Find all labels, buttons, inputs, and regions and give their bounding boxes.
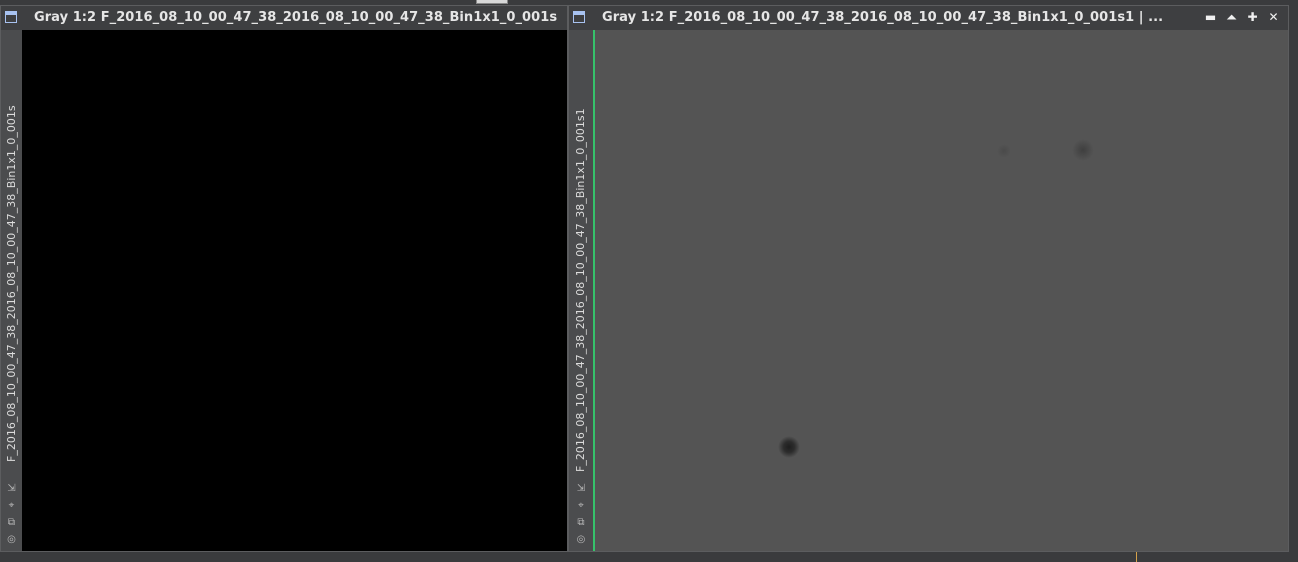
clone-icon[interactable]: ⧉ [4, 516, 20, 530]
side-tab-bar: F_2016_08_10_00_47_38_2016_08_10_00_47_3… [1, 30, 22, 551]
title-bar[interactable]: Gray 1:2 F_2016_08_10_00_47_38_2016_08_1… [569, 6, 1288, 30]
window-icon[interactable] [573, 11, 585, 23]
window-buttons: ▬ ⏶ ✚ ✕ [1202, 9, 1282, 26]
fit-view-icon[interactable]: ⇲ [573, 482, 589, 496]
dust-spot [997, 144, 1011, 158]
image-viewport[interactable] [593, 30, 1288, 551]
window-icon[interactable] [5, 11, 17, 23]
image-window-right[interactable]: Gray 1:2 F_2016_08_10_00_47_38_2016_08_1… [568, 5, 1289, 552]
window-title: Gray 1:2 F_2016_08_10_00_47_38_2016_08_1… [34, 10, 558, 25]
side-tools: ⇲ ⌖ ⧉ ◎ [569, 482, 593, 547]
vertical-id-label: F_2016_08_10_00_47_38_2016_08_10_00_47_3… [574, 108, 587, 472]
minimize-icon[interactable]: ▬ [1202, 9, 1219, 26]
image-viewport[interactable] [22, 30, 567, 551]
title-bar[interactable]: Gray 1:2 F_2016_08_10_00_47_38_2016_08_1… [1, 6, 567, 30]
vertical-id-label: F_2016_08_10_00_47_38_2016_08_10_00_47_3… [5, 105, 18, 462]
side-tab-bar: F_2016_08_10_00_47_38_2016_08_10_00_47_3… [569, 30, 593, 551]
top-edge-handle [476, 0, 508, 4]
image-window-left[interactable]: Gray 1:2 F_2016_08_10_00_47_38_2016_08_1… [0, 5, 568, 552]
zoom-icon[interactable]: ⌖ [573, 499, 589, 513]
maximize-icon[interactable]: ✚ [1244, 9, 1261, 26]
fit-view-icon[interactable]: ⇲ [4, 482, 20, 496]
clone-icon[interactable]: ⧉ [573, 516, 589, 530]
close-icon[interactable]: ✕ [1265, 9, 1282, 26]
dust-spot [778, 436, 800, 458]
side-tools: ⇲ ⌖ ⧉ ◎ [1, 482, 22, 547]
preview-icon[interactable]: ◎ [4, 533, 20, 547]
window-title: Gray 1:2 F_2016_08_10_00_47_38_2016_08_1… [602, 10, 1162, 25]
position-marker [1136, 552, 1137, 562]
dust-spot [1072, 139, 1094, 161]
preview-icon[interactable]: ◎ [573, 533, 589, 547]
zoom-icon[interactable]: ⌖ [4, 499, 20, 513]
shade-icon[interactable]: ⏶ [1223, 9, 1240, 26]
